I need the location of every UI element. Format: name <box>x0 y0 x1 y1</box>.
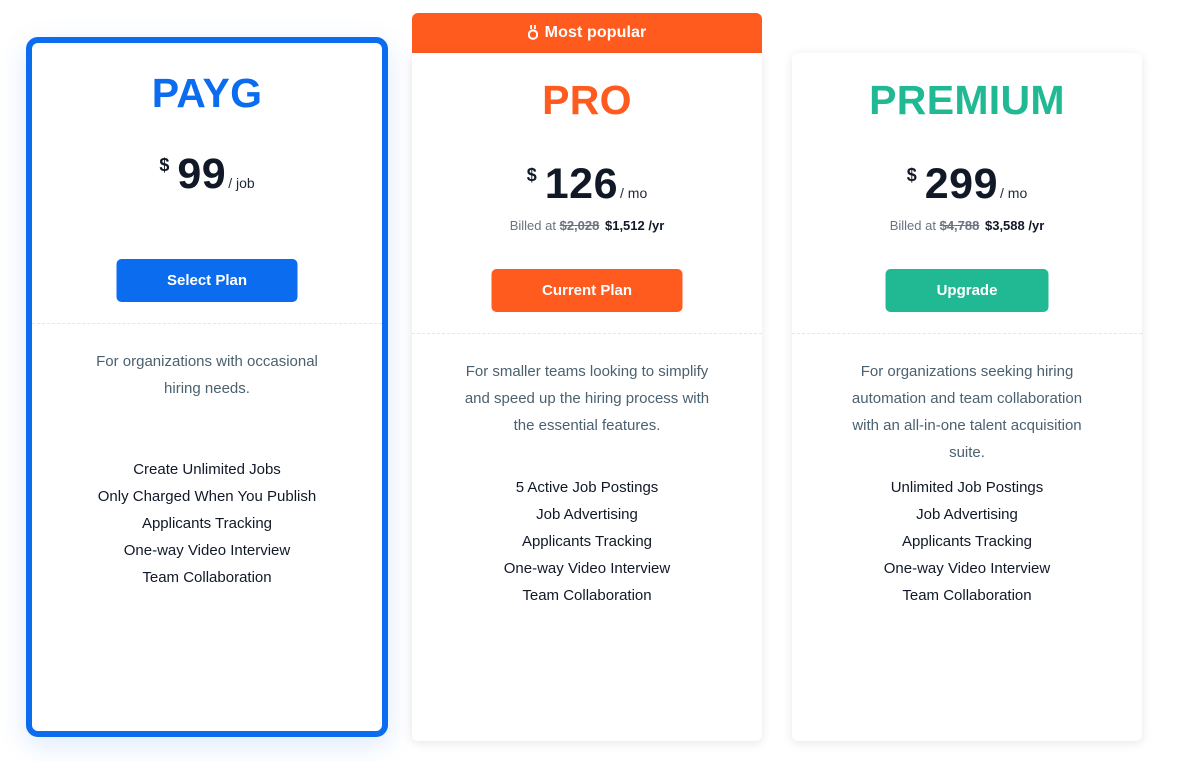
price-period: / job <box>228 175 255 191</box>
billed-original-price: $2,028 <box>559 218 600 233</box>
billed-original-price: $4,788 <box>939 218 980 233</box>
plan-price: $ 99 / job <box>32 149 382 196</box>
card-divider <box>792 333 1142 334</box>
feature-item: Team Collaboration <box>142 569 272 586</box>
plan-price: $ 299 / mo <box>792 159 1142 206</box>
most-popular-ribbon: Most popular <box>412 13 762 53</box>
upgrade-button[interactable]: Upgrade <box>885 269 1049 312</box>
plan-description: For organizations with occasional hiring… <box>96 353 318 397</box>
feature-item: Only Charged When You Publish <box>97 488 317 505</box>
price-period: / mo <box>620 185 648 201</box>
billed-prefix: Billed at <box>509 218 556 233</box>
feature-item: One-way Video Interview <box>883 560 1051 577</box>
plan-card-pro[interactable]: PRO $ 126 / mo Billed at $2,028 $1,512 /… <box>412 53 762 741</box>
feature-item: One-way Video Interview <box>123 542 291 559</box>
card-divider <box>32 323 382 324</box>
billing-note: Billed at $4,788 $3,588 /yr <box>792 218 1142 233</box>
feature-item: Unlimited Job Postings <box>890 479 1044 496</box>
feature-item: Job Advertising <box>536 506 638 523</box>
feature-item: Applicants Tracking <box>901 533 1033 550</box>
price-amount: 99 <box>177 150 227 198</box>
card-divider <box>412 333 762 334</box>
feature-list: Unlimited Job Postings Job Advertising A… <box>792 474 1142 609</box>
feature-item: Applicants Tracking <box>141 515 273 532</box>
billed-prefix: Billed at <box>889 218 936 233</box>
feature-item: 5 Active Job Postings <box>515 479 659 496</box>
pricing-page: PAYG $ 99 / job Select Plan For organiza… <box>0 0 1177 761</box>
plan-description: For smaller teams looking to simplify an… <box>464 363 710 434</box>
plan-name: PREMIUM <box>869 77 1065 123</box>
price-period: / mo <box>1000 185 1028 201</box>
feature-item: Team Collaboration <box>902 587 1032 604</box>
plan-price: $ 126 / mo <box>412 159 762 206</box>
ribbon-label: Most popular <box>544 24 647 41</box>
current-plan-button[interactable]: Current Plan <box>491 269 683 312</box>
medal-icon <box>527 24 538 40</box>
plan-name: PRO <box>542 77 632 123</box>
plan-card-payg[interactable]: PAYG $ 99 / job Select Plan For organiza… <box>26 37 388 737</box>
plan-description: For organizations seeking hiring automat… <box>851 363 1083 461</box>
price-currency: $ <box>906 165 917 185</box>
feature-item: One-way Video Interview <box>503 560 671 577</box>
feature-list: Create Unlimited Jobs Only Charged When … <box>32 456 382 591</box>
select-plan-button[interactable]: Select Plan <box>116 259 298 302</box>
feature-item: Applicants Tracking <box>521 533 653 550</box>
feature-list: 5 Active Job Postings Job Advertising Ap… <box>412 474 762 609</box>
plan-name: PAYG <box>151 70 263 116</box>
price-currency: $ <box>526 165 537 185</box>
feature-item: Job Advertising <box>916 506 1018 523</box>
billed-discount-price: $1,512 /yr <box>604 218 665 233</box>
price-currency: $ <box>159 155 170 175</box>
plan-card-premium[interactable]: PREMIUM $ 299 / mo Billed at $4,788 $3,5… <box>792 53 1142 741</box>
feature-item: Team Collaboration <box>522 587 652 604</box>
feature-item: Create Unlimited Jobs <box>133 461 281 478</box>
price-amount: 126 <box>544 160 619 208</box>
price-amount: 299 <box>924 160 999 208</box>
billed-discount-price: $3,588 /yr <box>984 218 1045 233</box>
billing-note: Billed at $2,028 $1,512 /yr <box>412 218 762 233</box>
